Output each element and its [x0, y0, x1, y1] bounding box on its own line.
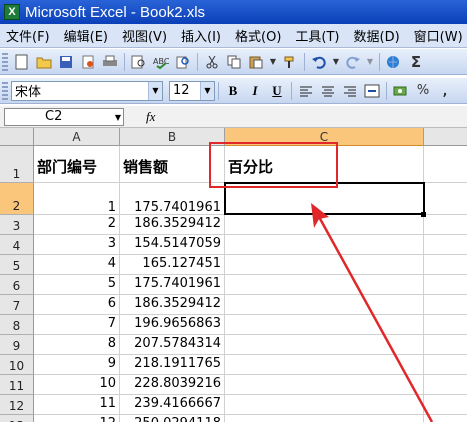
annotation-arrow-icon	[311, 203, 434, 422]
